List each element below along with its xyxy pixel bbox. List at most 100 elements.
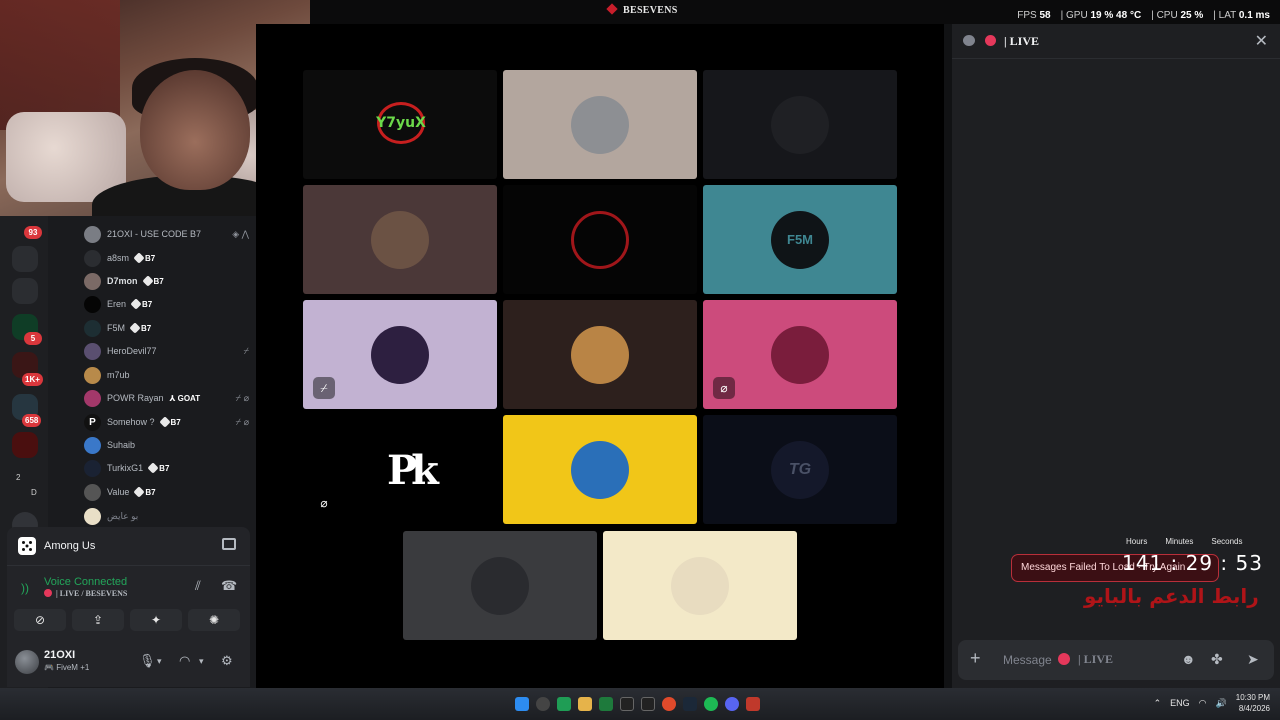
server-icon[interactable] (12, 432, 38, 458)
member-row[interactable]: POWR Rayan ⅄ GOAT ⌿ ⌀ (84, 388, 249, 408)
member-row[interactable]: Value B7 (84, 482, 249, 502)
member-row[interactable]: F5M B7 (84, 318, 249, 338)
participant-tile[interactable]: Y7yuX (303, 70, 497, 179)
chevron-down-icon[interactable]: ▾ (199, 656, 204, 667)
member-row[interactable]: Eren B7 (84, 294, 249, 314)
app-icon[interactable] (746, 697, 760, 711)
participant-tile[interactable]: ⌿ (303, 300, 497, 409)
member-row[interactable]: HeroDevil77 ⌿ (84, 341, 249, 361)
mention-badge: 1K+ (22, 373, 43, 386)
user-avatar[interactable] (15, 650, 39, 674)
participant-tile[interactable] (503, 185, 697, 294)
member-row[interactable]: بو عايض (84, 506, 249, 526)
clan-tag: B7 (158, 416, 181, 428)
member-row[interactable]: D7mon B7 (84, 271, 249, 291)
participant-logo: Y7yuX (376, 102, 426, 144)
app-icon[interactable] (620, 697, 634, 711)
voice-stage-grid: Y7yuX F5M ⌿ ⌀ Pk ⌀ TG (256, 24, 944, 688)
flag-background (0, 0, 120, 130)
participant-tile[interactable] (503, 415, 697, 524)
deafened-icon: ⌀ (713, 377, 735, 399)
message-placeholder[interactable]: Message (1003, 653, 1052, 667)
participant-logo: Pk (387, 447, 439, 494)
headphones-icon[interactable]: ◠ (179, 653, 190, 669)
message-composer[interactable]: + Message | LIVE ☻ ✤ ➤ (958, 640, 1274, 680)
apps-icon[interactable]: ✤ (1211, 651, 1223, 668)
xbox-icon[interactable] (557, 697, 571, 711)
chrome-icon[interactable] (662, 697, 676, 711)
camera-off-button[interactable]: ⊘ (14, 609, 66, 631)
send-icon[interactable]: ➤ (1247, 651, 1259, 668)
excel-icon[interactable] (599, 697, 613, 711)
volume-icon[interactable]: 🔊 (1216, 698, 1227, 709)
avatar (84, 295, 101, 313)
disconnect-icon[interactable]: ☎ (221, 578, 237, 594)
message-placeholder-channel: | LIVE (1078, 652, 1113, 666)
member-row[interactable]: 21OXI - USE CODE B7 ◈ ⋀ (84, 224, 249, 244)
spotify-icon[interactable] (704, 697, 718, 711)
steam-icon[interactable] (683, 697, 697, 711)
close-icon[interactable]: ✕ (1255, 31, 1268, 51)
clan-tag: B7 (147, 462, 169, 474)
participant-tile[interactable] (503, 300, 697, 409)
screen-share-button[interactable]: ⇪ (72, 609, 124, 631)
chevron-down-icon[interactable]: ▾ (157, 656, 162, 667)
participant-avatar (571, 440, 629, 499)
mention-badge: 658 (22, 414, 42, 427)
start-icon[interactable] (515, 697, 529, 711)
app-icon[interactable] (641, 697, 655, 711)
participant-tile[interactable]: ⌀ (703, 300, 897, 409)
chat-panel: | LIVE ✕ Hours Minutes Seconds Messages … (952, 24, 1280, 688)
microphone-icon[interactable]: 🎙 (139, 653, 156, 669)
participant-avatar (671, 556, 729, 615)
avatar (84, 389, 101, 407)
avatar (84, 319, 101, 337)
activities-button[interactable]: ✦ (130, 609, 182, 631)
screen-share-icon[interactable] (222, 538, 236, 550)
emoji-icon[interactable]: ☻ (1181, 651, 1196, 667)
avatar (84, 459, 101, 477)
muted-icon: ⌿ (313, 377, 335, 399)
participant-avatar (471, 556, 529, 615)
lang-indicator[interactable]: ENG (1170, 698, 1190, 708)
participant-tile[interactable] (503, 70, 697, 179)
activity-card[interactable]: Among Us (7, 527, 250, 565)
clan-tag: B7 (141, 275, 164, 287)
voice-status[interactable]: Voice Connected (44, 576, 127, 588)
member-row[interactable]: TurkixG1 B7 (84, 458, 249, 478)
clan-tag: ⅄ GOAT (169, 393, 201, 403)
folder-icon[interactable] (578, 697, 592, 711)
chevron-up-icon[interactable]: ⌃ (1154, 698, 1162, 709)
avatar (84, 483, 101, 501)
participant-tile[interactable]: Pk ⌀ (303, 415, 497, 524)
member-row[interactable]: P Somehow ? B7 ⌿ ⌀ (84, 412, 249, 432)
participant-tile[interactable]: F5M (703, 185, 897, 294)
noise-suppression-icon[interactable]: ⫽ (195, 578, 201, 594)
speaker-icon[interactable] (12, 278, 38, 304)
avatar (84, 342, 101, 360)
user-panel: 21OXI 🎮 FiveM +1 🎙 ▾ ◠ ▾ ⚙ (7, 637, 250, 687)
soundboard-button[interactable]: ✺ (188, 609, 240, 631)
participant-tile[interactable] (703, 70, 897, 179)
server-icon[interactable] (12, 246, 38, 272)
voice-channel[interactable]: | LIVE / BESEVENS (44, 589, 127, 598)
participant-tile[interactable]: TG (703, 415, 897, 524)
plus-icon[interactable]: + (970, 648, 981, 669)
clock[interactable]: 10:30 PM 8/4/2026 (1236, 692, 1270, 714)
clan-tag: B7 (129, 322, 151, 334)
overlay-text: رابط الدعم بالبايو (1084, 584, 1259, 608)
search-icon[interactable] (536, 697, 550, 711)
discord-icon[interactable] (725, 697, 739, 711)
member-row[interactable]: a8sm B7 (84, 248, 249, 268)
member-row[interactable]: Suhaib (84, 435, 249, 455)
folder-letter: D (31, 488, 37, 497)
activity-name: Among Us (44, 540, 96, 552)
gear-icon[interactable]: ⚙ (221, 653, 233, 669)
wifi-icon[interactable]: ◠ (1199, 698, 1207, 709)
clan-tag: B7 (130, 298, 152, 310)
participant-avatar (771, 95, 829, 154)
member-row[interactable]: m7ub (84, 365, 249, 385)
participant-tile[interactable] (303, 185, 497, 294)
participant-tile[interactable] (403, 531, 597, 640)
participant-tile[interactable] (603, 531, 797, 640)
